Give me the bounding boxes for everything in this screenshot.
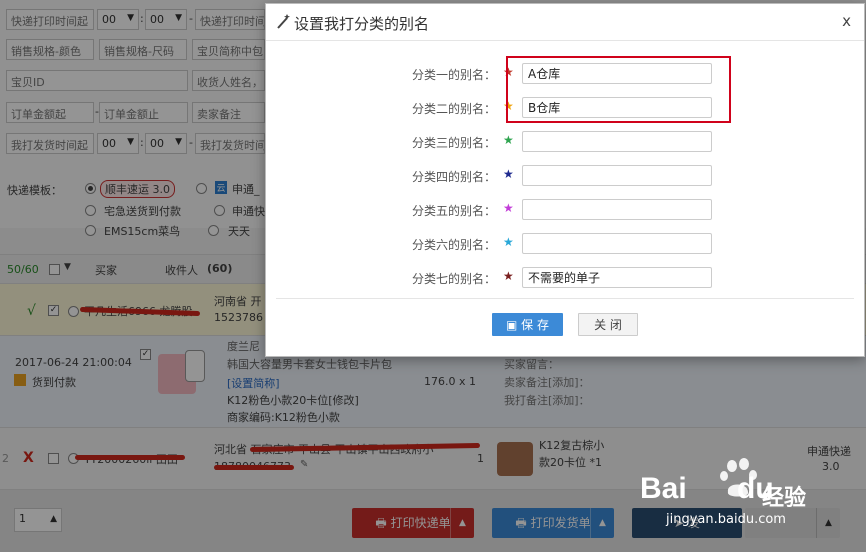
divider xyxy=(276,298,854,299)
save-label: 保 存 xyxy=(521,318,549,332)
watermark-url: jingyan.baidu.com xyxy=(666,512,786,527)
alias-label: 分类七的别名： xyxy=(411,272,496,286)
watermark-bai: Bai xyxy=(640,472,687,505)
star-icon: ★ xyxy=(503,235,514,249)
alias-label: 分类四的别名： xyxy=(411,170,496,184)
watermark-brand: Bai​​ du xyxy=(640,472,774,506)
alias-input-3[interactable] xyxy=(522,131,712,152)
alias-input-6[interactable] xyxy=(522,233,712,254)
alias-label: 分类六的别名： xyxy=(411,238,496,252)
dialog-title: 设置我打分类的别名 xyxy=(294,15,430,33)
save-icon: ▣ xyxy=(506,318,522,332)
alias-row-6: 分类六的别名： ★ xyxy=(266,232,864,256)
dialog-header: 设置我打分类的别名 x xyxy=(266,4,864,41)
star-icon: ★ xyxy=(503,269,514,283)
close-button[interactable]: 关 闭 xyxy=(578,313,638,336)
alias-label: 分类五的别名： xyxy=(411,204,496,218)
alias-row-4: 分类四的别名： ★ xyxy=(266,164,864,188)
alias-label: 分类一的别名： xyxy=(411,68,496,82)
alias-row-3: 分类三的别名： ★ xyxy=(266,130,864,154)
alias-input-4[interactable] xyxy=(522,165,712,186)
alias-dialog: 设置我打分类的别名 x 分类一的别名：★分类二的别名：★分类三的别名：★分类四的… xyxy=(265,3,865,357)
watermark-cn: 经验 xyxy=(762,486,807,511)
magic-wand-icon xyxy=(277,14,290,29)
star-icon: ★ xyxy=(503,167,514,181)
alias-row-7: 分类七的别名： ★ xyxy=(266,266,864,290)
close-icon[interactable]: x xyxy=(842,12,851,30)
paw-spacer: ​​ xyxy=(687,472,695,505)
alias-input-7[interactable] xyxy=(522,267,712,288)
alias-label: 分类二的别名： xyxy=(411,102,496,116)
star-icon: ★ xyxy=(503,201,514,215)
alias-label: 分类三的别名： xyxy=(411,136,496,150)
alias-input-5[interactable] xyxy=(522,199,712,220)
highlight-box xyxy=(506,56,731,123)
star-icon: ★ xyxy=(503,133,514,147)
alias-row-5: 分类五的别名： ★ xyxy=(266,198,864,222)
save-button[interactable]: ▣ 保 存 xyxy=(492,313,563,336)
baidu-watermark: Bai​​ du 经验 jingyan.baidu.com xyxy=(636,458,836,538)
